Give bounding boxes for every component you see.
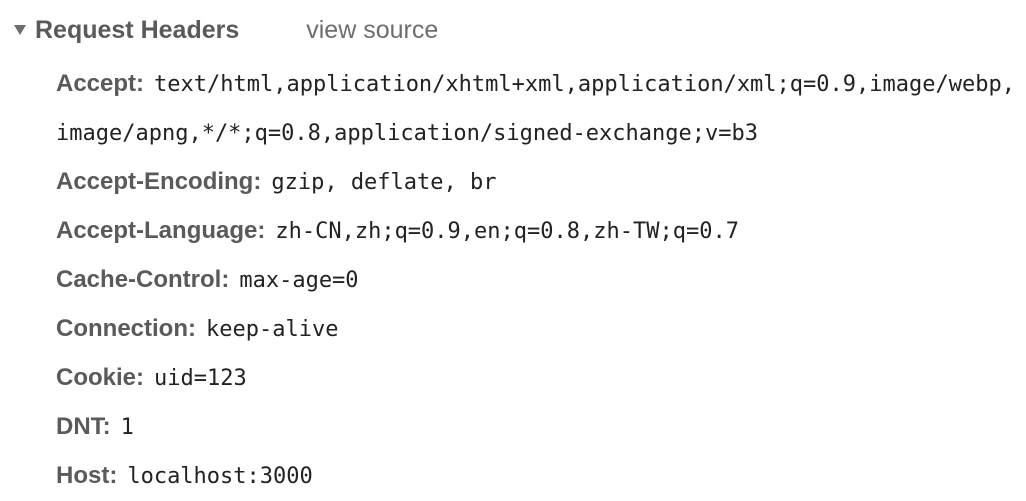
header-row-cookie: Cookie: uid=123	[56, 354, 1016, 403]
header-name: Accept:	[56, 70, 145, 97]
header-name: Connection:	[56, 315, 196, 342]
header-row-dnt: DNT: 1	[56, 403, 1016, 452]
header-row-host: Host: localhost:3000	[56, 452, 1016, 501]
header-row-accept: Accept: text/html,application/xhtml+xml,a…	[56, 60, 1016, 158]
request-headers-list: Accept: text/html,application/xhtml+xml,a…	[56, 60, 1016, 501]
header-row-accept-encoding: Accept-Encoding: gzip, deflate, br	[56, 158, 1016, 207]
header-value: text/html,application/xhtml+xml,applicat…	[56, 72, 1015, 146]
header-value: zh-CN,zh;q=0.9,en;q=0.8,zh-TW;q=0.7	[275, 219, 739, 244]
header-name: Accept-Encoding:	[56, 168, 262, 195]
header-value: gzip, deflate, br	[271, 170, 497, 195]
header-value: localhost:3000	[127, 464, 313, 489]
request-headers-section-header[interactable]: Request Headers view source	[14, 12, 438, 48]
header-row-cache-control: Cache-Control: max-age=0	[56, 256, 1016, 305]
header-value: max-age=0	[239, 268, 359, 293]
header-name: Cache-Control:	[56, 266, 230, 293]
header-row-accept-language: Accept-Language: zh-CN,zh;q=0.9,en;q=0.8,…	[56, 207, 1016, 256]
header-name: DNT:	[56, 413, 111, 440]
header-name: Accept-Language:	[56, 217, 266, 244]
header-value: keep-alive	[205, 317, 339, 342]
section-title[interactable]: Request Headers	[35, 16, 239, 45]
header-name: Cookie:	[56, 364, 145, 391]
header-value: 1	[120, 415, 134, 440]
disclosure-triangle-icon[interactable]	[14, 25, 26, 35]
view-source-link[interactable]: view source	[306, 16, 438, 45]
header-name: Host:	[56, 462, 118, 489]
header-row-connection: Connection: keep-alive	[56, 305, 1016, 354]
header-value: uid=123	[154, 366, 247, 391]
